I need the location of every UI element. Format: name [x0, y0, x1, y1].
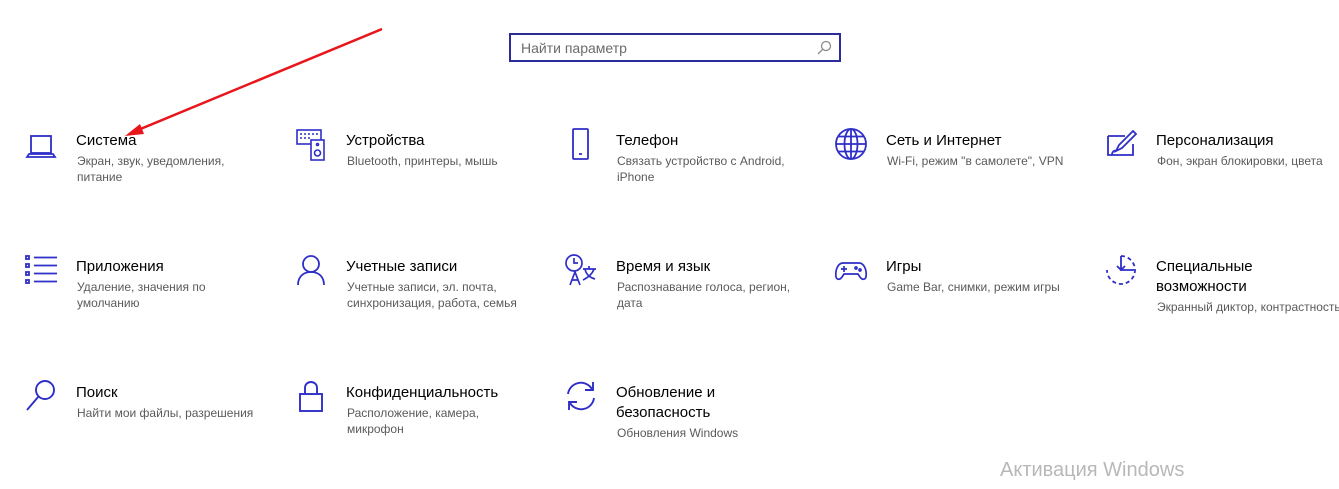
tile-phone[interactable]: Телефон Связать устройство с Android, iP…	[564, 127, 814, 217]
tile-title: Игры	[886, 258, 922, 275]
tile-devices[interactable]: Устройства Bluetooth, принтеры, мышь	[294, 127, 544, 217]
search-icon[interactable]	[815, 39, 833, 57]
phone-icon	[564, 127, 598, 161]
tile-title: Поиск	[76, 384, 118, 401]
tile-description: Bluetooth, принтеры, мышь	[347, 154, 498, 168]
tile-gaming[interactable]: Игры Game Bar, снимки, режим игры	[834, 253, 1084, 343]
tile-description: Game Bar, снимки, режим игры	[887, 280, 1060, 294]
tile-description: Обновления Windows	[617, 426, 739, 440]
time-language-icon	[564, 253, 598, 287]
lock-icon	[294, 379, 328, 413]
tile-description: Найти мои файлы, разрешения	[77, 406, 254, 420]
tile-description: Фон, экран блокировки, цвета	[1157, 154, 1323, 168]
tile-title: Учетные записи	[346, 258, 458, 275]
search-input[interactable]	[511, 35, 815, 60]
tile-title: Конфиденциальность	[346, 384, 499, 401]
tile-system[interactable]: Система Экран, звук, уведомления, питани…	[24, 130, 274, 220]
tile-description: Экран, звук, уведомления, питание	[77, 154, 225, 184]
tile-title: Сеть и Интернет	[886, 132, 1002, 149]
person-icon	[294, 253, 328, 287]
tile-title: Приложения	[76, 258, 164, 275]
tile-description: Распознавание голоса, регион, дата	[617, 280, 791, 310]
tile-personalization[interactable]: Персонализация Фон, экран блокировки, цв…	[1104, 127, 1339, 217]
tile-description: Расположение, камера, микрофон	[347, 406, 480, 436]
tile-apps[interactable]: Приложения Удаление, значения по умолчан…	[24, 253, 274, 343]
tile-description: Удаление, значения по умолчанию	[77, 280, 206, 310]
tile-accounts[interactable]: Учетные записи Учетные записи, эл. почта…	[294, 253, 544, 343]
tile-title: Специальные возможности	[1156, 258, 1253, 295]
apps-list-icon	[24, 253, 58, 287]
tile-title: Телефон	[616, 132, 679, 149]
tile-network[interactable]: Сеть и Интернет Wi-Fi, режим "в самолете…	[834, 127, 1084, 217]
tile-description: Связать устройство с Android, iPhone	[617, 154, 785, 184]
tile-title: Обновление и безопасность	[616, 384, 716, 421]
search-box[interactable]	[509, 33, 841, 62]
accessibility-icon	[1104, 253, 1138, 287]
tile-search[interactable]: Поиск Найти мои файлы, разрешения	[24, 379, 274, 469]
search-icon	[24, 379, 58, 413]
tile-update-security[interactable]: Обновление и безопасность Обновления Win…	[564, 379, 814, 469]
globe-icon	[834, 127, 868, 161]
tile-description: Экранный диктор, контрастность	[1157, 300, 1339, 314]
gamepad-icon	[834, 253, 868, 287]
tile-title: Персонализация	[1156, 132, 1274, 149]
tile-time-language[interactable]: Время и язык Распознавание голоса, регио…	[564, 253, 814, 343]
activation-watermark: Активация Windows	[1000, 459, 1185, 481]
tile-privacy[interactable]: Конфиденциальность Расположение, камера,…	[294, 379, 544, 469]
keyboard-speaker-icon	[294, 127, 328, 161]
paint-icon	[1104, 127, 1138, 161]
tile-description: Wi-Fi, режим "в самолете", VPN	[887, 154, 1064, 168]
tile-title: Время и язык	[616, 258, 711, 275]
laptop-icon	[24, 130, 58, 164]
tile-description: Учетные записи, эл. почта, синхронизация…	[347, 280, 517, 310]
sync-icon	[564, 379, 598, 413]
tile-accessibility[interactable]: Специальные возможности Экранный диктор,…	[1104, 253, 1339, 343]
tile-title: Система	[76, 132, 137, 149]
tile-title: Устройства	[346, 132, 425, 149]
